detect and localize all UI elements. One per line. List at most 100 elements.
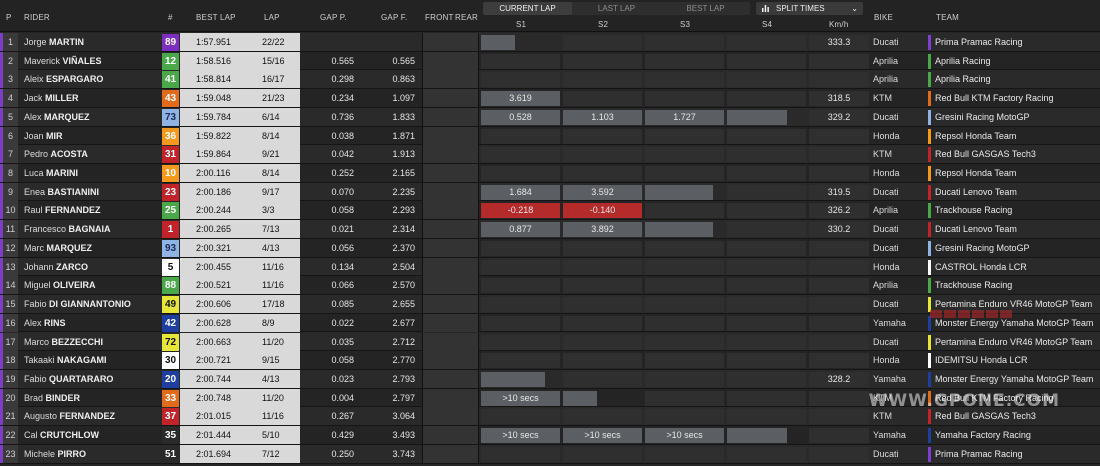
table-row[interactable]: 13 Johann ZARCO 5 2:00.455 11/16 0.134 2.504 Ho…	[0, 257, 1100, 277]
table-row[interactable]: 22 Cal CRUTCHLOW 35 2:01.444 5/10 0.429 3.493 >…	[0, 426, 1100, 445]
rider-name[interactable]: Joan MIR	[24, 127, 63, 145]
rider-name[interactable]: Cal CRUTCHLOW	[24, 426, 99, 444]
team-color-stripe	[928, 53, 931, 69]
sector-4-split	[727, 240, 806, 256]
rider-number-badge: 51	[162, 445, 179, 463]
rider-first-name: Marco	[24, 336, 50, 347]
rider-name[interactable]: Alex MARQUEZ	[24, 108, 90, 126]
col-gap-f[interactable]: GAP F.	[381, 13, 407, 22]
best-lap-time: 2:01.694	[196, 448, 232, 459]
rider-first-name: Michele	[24, 448, 56, 459]
rider-name[interactable]: Marco BEZZECCHI	[24, 333, 103, 351]
sector-2-split: -0.140	[563, 203, 642, 219]
rider-name[interactable]: Takaaki NAKAGAMI	[24, 351, 107, 369]
rider-name[interactable]: Maverick VIÑALES	[24, 52, 102, 70]
table-row[interactable]: 14 Miguel OLIVEIRA 88 2:00.521 11/16 0.066 2.5…	[0, 276, 1100, 296]
table-row[interactable]: 3 Aleix ESPARGARO 41 1:58.814 16/17 0.298 0.86…	[0, 70, 1100, 90]
rider-name[interactable]: Pedro ACOSTA	[24, 145, 88, 163]
tyre-cell	[422, 201, 479, 220]
table-row[interactable]: 19 Fabio QUARTARARO 20 2:00.744 4/13 0.023 2.7…	[0, 369, 1100, 389]
col-best-lap[interactable]: BEST LAP	[196, 13, 236, 22]
rider-last-name: ZARCO	[56, 261, 89, 272]
sector-1-split	[481, 446, 560, 462]
tyre-cell	[422, 164, 479, 183]
table-row[interactable]: 8 Luca MARINI 10 2:00.116 8/14 0.252 2.165 Hond…	[0, 164, 1100, 183]
rider-name[interactable]: Luca MARINI	[24, 164, 78, 182]
sector-3-split	[645, 259, 724, 275]
table-row[interactable]: 17 Marco BEZZECCHI 72 2:00.663 11/20 0.035 2.7…	[0, 332, 1100, 352]
team-color-stripe	[928, 128, 931, 144]
lap-mode-last[interactable]: LAST LAP	[572, 2, 661, 15]
col-rider[interactable]: RIDER	[24, 13, 50, 22]
lap-mode-current[interactable]: CURRENT LAP	[483, 2, 572, 15]
rider-name[interactable]: Fabio DI GIANNANTONIO	[24, 295, 131, 313]
rider-name[interactable]: Enea BASTIANINI	[24, 183, 99, 201]
rider-name[interactable]: Jack MILLER	[24, 89, 79, 107]
rider-name[interactable]: Fabio QUARTARARO	[24, 370, 113, 388]
rider-name[interactable]: Miguel OLIVEIRA	[24, 276, 96, 294]
bike-make: Ducati	[873, 448, 899, 459]
table-row[interactable]: 2 Maverick VIÑALES 12 1:58.516 15/16 0.565 0.5…	[0, 51, 1100, 71]
sector-3-split	[645, 35, 724, 50]
table-row[interactable]: 23 Michele PIRRO 51 2:01.694 7/12 0.250 3.743 D…	[0, 444, 1100, 464]
col-gap-p[interactable]: GAP P.	[320, 13, 347, 22]
rider-name[interactable]: Jorge MARTIN	[24, 33, 84, 51]
team-name: Prima Pramac Racing	[935, 37, 1023, 47]
col-bike: BIKE	[874, 13, 894, 22]
sector-3-split	[645, 353, 724, 369]
rider-name[interactable]: Marc MARQUEZ	[24, 239, 92, 257]
team-color-stripe	[928, 91, 931, 107]
table-row[interactable]: 18 Takaaki NAKAGAMI 30 2:00.721 9/15 0.058 2.7…	[0, 351, 1100, 370]
table-row[interactable]: 12 Marc MARQUEZ 93 2:00.321 4/13 0.056 2.370 Du…	[0, 238, 1100, 258]
sector-4-split	[727, 409, 806, 425]
rider-last-name: RINS	[44, 317, 66, 328]
tyre-cell	[422, 51, 479, 70]
rider-name[interactable]: Aleix ESPARGARO	[24, 70, 103, 88]
rider-name[interactable]: Augusto FERNANDEZ	[24, 407, 115, 425]
sector-2-split	[563, 315, 642, 331]
split-times-dropdown[interactable]: SPLIT TIMES ⌄	[756, 2, 863, 15]
col-lap[interactable]: LAP	[264, 13, 280, 22]
sector-1-split	[481, 297, 560, 313]
sector-2-split	[563, 72, 642, 88]
rider-name[interactable]: Francesco BAGNAIA	[24, 220, 111, 238]
table-row[interactable]: 9 Enea BASTIANINI 23 2:00.186 9/17 0.070 2.235…	[0, 182, 1100, 202]
col-s1: S1	[516, 20, 527, 29]
team-name: Aprilia Racing	[935, 55, 991, 66]
sector-4-split	[727, 166, 806, 182]
col-num: #	[168, 13, 173, 22]
timing-board: P RIDER # BEST LAP LAP GAP P. GAP F. FRO…	[0, 0, 1100, 466]
tyre-cell	[422, 238, 479, 257]
col-front: FRONT	[425, 13, 454, 22]
rider-number-badge: 35	[162, 427, 179, 445]
team-name: Trackhouse Racing	[935, 205, 1013, 216]
best-lap-time: 2:00.265	[196, 224, 232, 235]
table-row[interactable]: 1 Jorge MARTIN 89 1:57.951 22/22 333.3 Ducati P…	[0, 33, 1100, 52]
table-row[interactable]: 11 Francesco BAGNAIA 1 2:00.265 7/13 0.021 2.3…	[0, 220, 1100, 239]
team-name: Aprilia Racing	[935, 74, 991, 85]
rider-name[interactable]: Brad BINDER	[24, 389, 80, 407]
table-row[interactable]: 5 Alex MARQUEZ 73 1:59.784 6/14 0.736 1.833 0.5…	[0, 107, 1100, 127]
gap-first: 0.565	[392, 55, 415, 66]
rider-name[interactable]: Michele PIRRO	[24, 445, 86, 463]
rider-last-name: MIR	[46, 130, 63, 141]
team-color-stripe	[928, 259, 931, 275]
team-name: Repsol Honda Team	[935, 168, 1017, 179]
gap-previous: 0.056	[331, 242, 354, 253]
gap-previous: 0.021	[331, 224, 354, 235]
rider-first-name: Cal	[24, 430, 38, 441]
lap-mode-best[interactable]: BEST LAP	[661, 2, 750, 15]
position: 17	[0, 332, 18, 351]
table-row[interactable]: 7 Pedro ACOSTA 31 1:59.864 9/21 0.042 1.913 KTM…	[0, 145, 1100, 164]
lap-mode-selector[interactable]: CURRENT LAP LAST LAP BEST LAP	[483, 2, 750, 15]
gap-previous: 0.038	[331, 130, 354, 141]
bike-make: Ducati	[873, 37, 899, 47]
rider-name[interactable]: Johann ZARCO	[24, 258, 88, 276]
rider-name[interactable]: Raul FERNANDEZ	[24, 201, 101, 219]
top-speed: 328.2	[827, 373, 851, 384]
table-row[interactable]: 4 Jack MILLER 43 1:59.048 21/23 0.234 1.097 3.6…	[0, 89, 1100, 108]
rider-first-name: Aleix	[24, 74, 44, 85]
table-row[interactable]: 6 Joan MIR 36 1:59.822 8/14 0.038 1.871 Honda Re…	[0, 126, 1100, 146]
table-row[interactable]: 10 Raul FERNANDEZ 25 2:00.244 3/3 0.058 2.293 -…	[0, 201, 1100, 221]
rider-name[interactable]: Alex RINS	[24, 314, 66, 332]
